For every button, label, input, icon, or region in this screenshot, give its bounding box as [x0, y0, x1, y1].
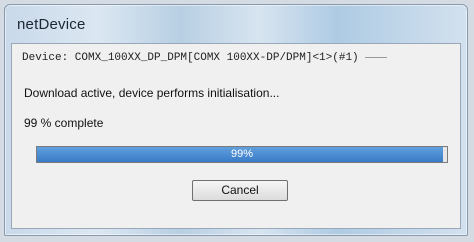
progress-bar: 99% [36, 146, 448, 163]
device-info-line: Device: COMX_100XX_DP_DPM[COMX 100XX-DP/… [22, 52, 454, 64]
window-title: netDevice [17, 16, 86, 33]
title-bar[interactable]: netDevice [5, 5, 467, 43]
progress-bar-label: 99% [230, 148, 254, 160]
device-name-text: Device: COMX_100XX_DP_DPM[COMX 100XX-DP/… [22, 52, 359, 64]
status-message: Download active, device performs initial… [24, 86, 280, 100]
separator-rule [364, 56, 387, 58]
cancel-button[interactable]: Cancel [192, 180, 288, 201]
netdevice-dialog-window: netDevice Device: COMX_100XX_DP_DPM[COMX… [4, 4, 468, 236]
percent-complete-text: 99 % complete [24, 116, 104, 130]
dialog-content: Device: COMX_100XX_DP_DPM[COMX 100XX-DP/… [11, 43, 461, 229]
